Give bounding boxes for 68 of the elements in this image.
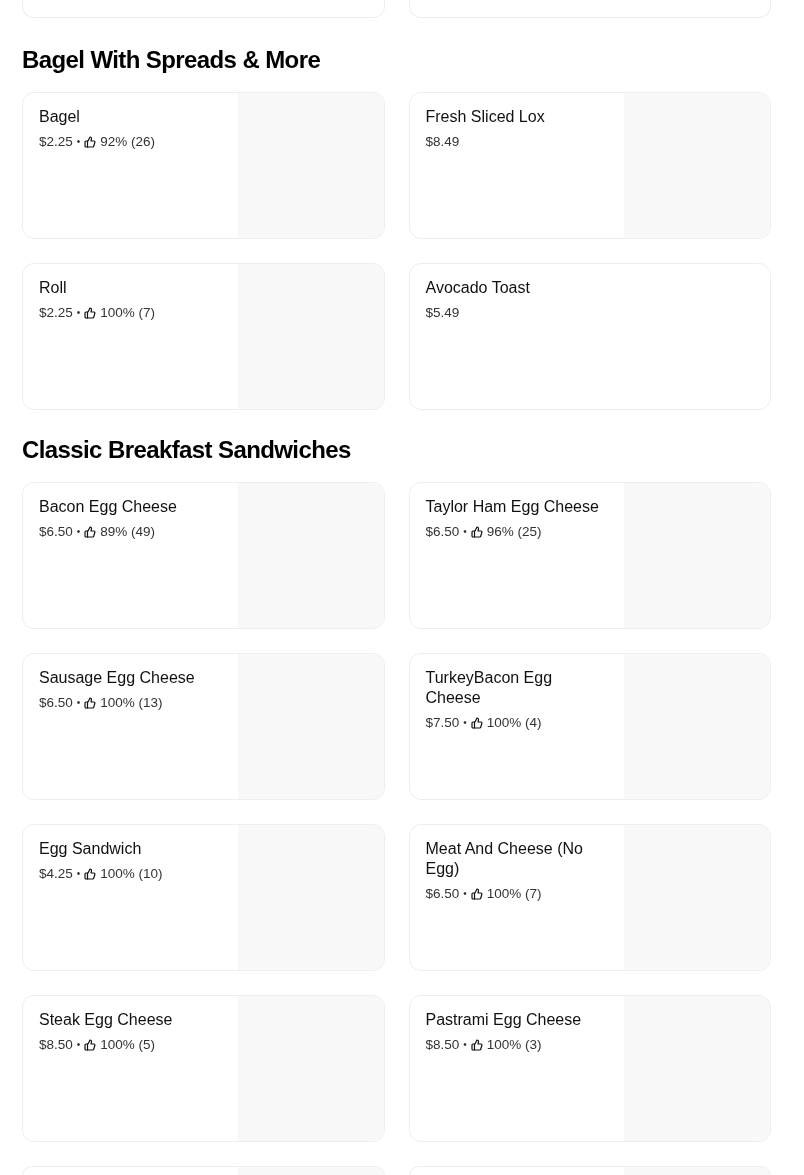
menu-item-card[interactable]: Taylor Ham Egg Cheese $6.50 • 96% (25) xyxy=(408,482,771,629)
item-price: $5.49 xyxy=(425,304,460,322)
item-name: Egg Sandwich xyxy=(39,839,143,859)
section-heading: Bagel With Spreads & More xyxy=(22,45,322,75)
item-name: TurkeyBacon Egg Cheese xyxy=(425,668,554,708)
item-price: $6.50 xyxy=(39,694,73,712)
separator-dot: • xyxy=(463,887,467,901)
item-rating: 100% (7) xyxy=(100,304,156,322)
item-price: $8.50 xyxy=(425,1036,460,1054)
item-name: Taylor Ham Egg Cheese xyxy=(425,497,600,517)
menu-item-card[interactable]: Bagel $2.25 • 92% (26) xyxy=(22,92,385,239)
thumbs-up-icon xyxy=(470,1039,483,1051)
thumbs-up-icon xyxy=(84,526,97,538)
separator-dot: • xyxy=(463,525,467,539)
item-name: Bacon Egg Cheese xyxy=(39,497,178,517)
menu-item-card[interactable]: TurkeyBacon Egg Cheese $7.50 • 100% (4) xyxy=(408,653,771,800)
menu-item-card[interactable]: Egg Sandwich $4.25 • 100% (10) xyxy=(22,824,385,971)
item-price: $7.50 xyxy=(425,714,460,732)
item-rating: 89% (49) xyxy=(100,523,156,541)
item-name: Roll xyxy=(39,278,68,298)
separator-dot: • xyxy=(76,1038,81,1052)
item-rating: 100% (3) xyxy=(486,1036,542,1054)
item-rating: 100% (5) xyxy=(100,1036,156,1054)
menu-item-card[interactable]: Meat And Cheese (No Egg) $6.50 • 100% (7) xyxy=(408,824,771,971)
menu-item-card[interactable]: Avocado Toast $5.49 xyxy=(408,263,771,410)
separator-dot: • xyxy=(76,696,81,710)
item-price: $6.50 xyxy=(425,523,460,541)
item-name: Pastrami Egg Cheese xyxy=(425,1010,583,1030)
thumbs-up-icon xyxy=(470,717,483,729)
item-price: $2.25 xyxy=(39,133,73,151)
thumbs-up-icon xyxy=(84,307,97,319)
separator-dot: • xyxy=(463,716,467,730)
menu-item-card[interactable]: Bacon Egg Cheese $6.50 • 89% (49) xyxy=(22,482,385,629)
item-price: $4.25 xyxy=(39,865,73,883)
thumbs-up-icon xyxy=(84,697,97,709)
thumbs-up-icon xyxy=(470,888,483,900)
item-name: Steak Egg Cheese xyxy=(39,1010,174,1030)
item-name: Bagel xyxy=(39,107,81,127)
item-rating: 100% (7) xyxy=(486,885,542,903)
item-rating: 100% (4) xyxy=(486,714,542,732)
separator-dot: • xyxy=(76,135,81,149)
separator-dot: • xyxy=(76,867,81,881)
item-rating: 100% (13) xyxy=(100,694,163,712)
item-name: Fresh Sliced Lox xyxy=(425,107,546,127)
item-price: $2.25 xyxy=(39,304,73,322)
item-name: Avocado Toast xyxy=(425,278,531,298)
thumbs-up-icon xyxy=(470,526,483,538)
separator-dot: • xyxy=(76,525,81,539)
separator-dot: • xyxy=(76,306,81,320)
item-price: $8.49 xyxy=(425,133,460,151)
item-rating: 92% (26) xyxy=(100,133,156,151)
item-name: Sausage Egg Cheese xyxy=(39,668,196,688)
item-name: Meat And Cheese (No Egg) xyxy=(425,839,584,879)
item-rating: 100% (10) xyxy=(100,865,163,883)
item-price: $8.50 xyxy=(39,1036,73,1054)
item-rating: 96% (25) xyxy=(486,523,542,541)
menu-item-card[interactable]: Steak Egg Cheese $8.50 • 100% (5) xyxy=(22,995,385,1142)
item-price: $6.50 xyxy=(425,885,460,903)
menu-item-card[interactable]: Fresh Sliced Lox $8.49 xyxy=(408,92,771,239)
thumbs-up-icon xyxy=(84,868,97,880)
separator-dot: • xyxy=(463,1038,467,1052)
thumbs-up-icon xyxy=(84,1039,97,1051)
thumbs-up-icon xyxy=(84,136,97,148)
menu-item-card[interactable]: Pastrami Egg Cheese $8.50 • 100% (3) xyxy=(408,995,771,1142)
section-heading: Classic Breakfast Sandwiches xyxy=(22,435,352,465)
menu-item-card[interactable]: Sausage Egg Cheese $6.50 • 100% (13) xyxy=(22,653,385,800)
menu-item-card[interactable]: Roll $2.25 • 100% (7) xyxy=(22,263,385,410)
item-price: $6.50 xyxy=(39,523,73,541)
